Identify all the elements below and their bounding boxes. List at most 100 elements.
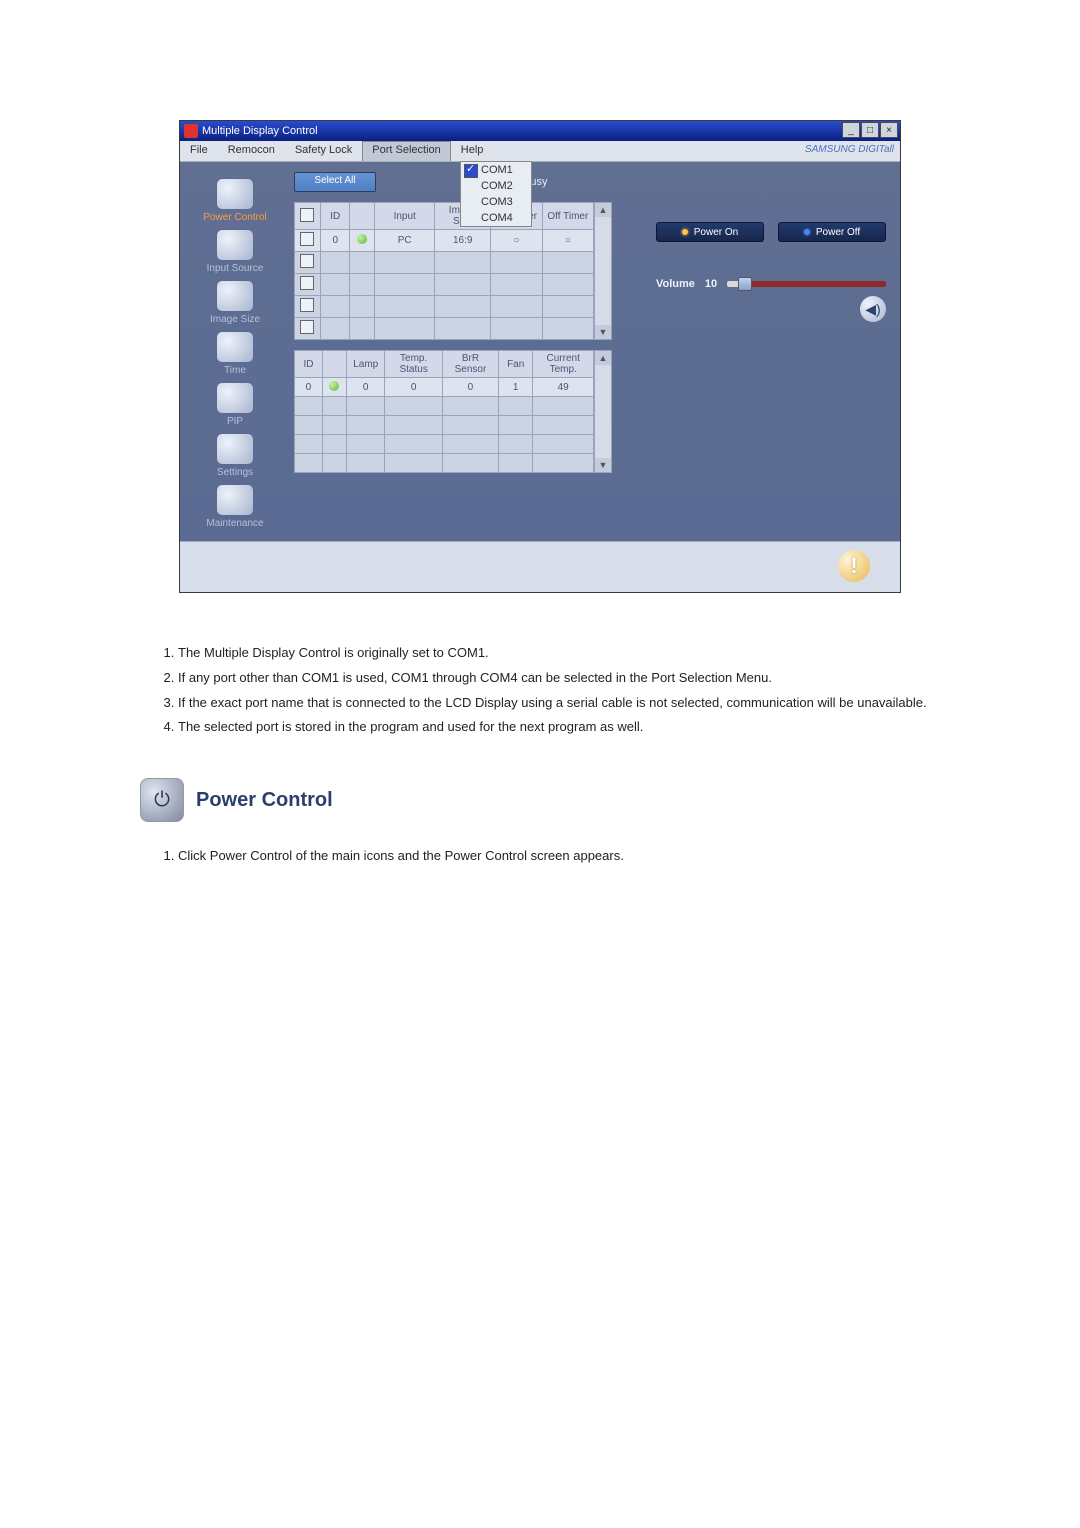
table-header-row: ID Input Image Size On Timer Off Timer	[295, 203, 594, 230]
sidebar-item-label: Image Size	[210, 314, 260, 325]
th-temp-status[interactable]: Temp. Status	[385, 351, 442, 378]
maximize-button[interactable]: □	[861, 122, 879, 138]
sidebar-item-image-size[interactable]: Image Size	[210, 280, 260, 325]
minimize-button[interactable]: _	[842, 122, 860, 138]
sidebar: Power Control Input Source Image Size Ti…	[180, 162, 290, 541]
header-checkbox[interactable]	[300, 208, 314, 222]
status-green-icon	[329, 381, 339, 391]
settings-icon	[216, 433, 254, 465]
scroll-down-icon[interactable]: ▼	[595, 325, 611, 339]
instruction-list-2: Click Power Control of the main icons an…	[160, 846, 940, 867]
table-row	[295, 397, 594, 416]
sidebar-item-settings[interactable]: Settings	[216, 433, 254, 478]
scroll-up-icon[interactable]: ▲	[595, 203, 611, 217]
table-row[interactable]: 0 0 0 0 1 49	[295, 378, 594, 397]
input-source-icon	[216, 229, 254, 261]
row-checkbox[interactable]	[300, 298, 314, 312]
th-status	[322, 351, 346, 378]
scroll-up-icon[interactable]: ▲	[595, 351, 611, 365]
list-item: The Multiple Display Control is original…	[178, 643, 940, 664]
list-item: The selected port is stored in the progr…	[178, 717, 940, 738]
port-option-com1[interactable]: COM1	[461, 162, 531, 178]
power-off-led-icon	[804, 229, 810, 235]
status-bar: !	[180, 541, 900, 592]
menubar: File Remocon Safety Lock Port Selection …	[180, 141, 900, 162]
menu-file[interactable]: File	[180, 141, 218, 161]
sidebar-item-label: Maintenance	[206, 518, 263, 529]
display-table: ID Input Image Size On Timer Off Timer 0…	[294, 202, 594, 340]
maintenance-icon	[216, 484, 254, 516]
volume-value: 10	[705, 278, 717, 290]
scroll-down-icon[interactable]: ▼	[595, 458, 611, 472]
cell-id: 0	[295, 378, 323, 397]
volume-thumb[interactable]	[738, 277, 752, 291]
time-icon	[216, 331, 254, 363]
sidebar-item-maintenance[interactable]: Maintenance	[206, 484, 263, 529]
speaker-icon[interactable]: ◀)	[860, 296, 886, 322]
main-area: Select All Busy ID Input Imag	[290, 162, 900, 541]
status-table-wrap: ID Lamp Temp. Status BrR Sensor Fan Curr…	[294, 350, 890, 473]
sidebar-item-label: Settings	[217, 467, 253, 478]
window-title: Multiple Display Control	[202, 125, 318, 137]
th-id[interactable]: ID	[295, 351, 323, 378]
power-buttons: Power On Power Off	[656, 222, 886, 242]
menu-safety-lock[interactable]: Safety Lock	[285, 141, 362, 161]
pip-icon	[216, 382, 254, 414]
power-off-button[interactable]: Power Off	[778, 222, 886, 242]
table-row	[295, 296, 594, 318]
sidebar-item-time[interactable]: Time	[216, 331, 254, 376]
th-off-timer[interactable]: Off Timer	[542, 203, 593, 230]
menu-port-selection[interactable]: Port Selection	[362, 141, 450, 161]
instruction-list: The Multiple Display Control is original…	[160, 643, 940, 738]
client-area: Power Control Input Source Image Size Ti…	[180, 162, 900, 541]
port-option-com4[interactable]: COM4	[461, 210, 531, 226]
sidebar-item-label: PIP	[227, 416, 243, 427]
table-row[interactable]: 0 PC 16:9 ○ ○	[295, 230, 594, 252]
power-on-button[interactable]: Power On	[656, 222, 764, 242]
sidebar-item-pip[interactable]: PIP	[216, 382, 254, 427]
top-row: Select All Busy	[294, 172, 890, 192]
table1-scrollbar[interactable]: ▲ ▼	[594, 202, 612, 340]
cell-off-timer: ○	[542, 230, 593, 252]
th-fan[interactable]: Fan	[499, 351, 533, 378]
sidebar-item-label: Power Control	[203, 212, 266, 223]
sidebar-item-label: Time	[224, 365, 246, 376]
power-on-led-icon	[682, 229, 688, 235]
cell-current-temp: 49	[533, 378, 594, 397]
volume-slider[interactable]	[727, 281, 886, 287]
row-checkbox[interactable]	[300, 254, 314, 268]
cell-image-size: 16:9	[434, 230, 490, 252]
table-row	[295, 435, 594, 454]
cell-lamp: 0	[346, 378, 384, 397]
volume-row: Volume 10	[656, 278, 886, 290]
cell-input: PC	[375, 230, 435, 252]
sidebar-item-power-control[interactable]: Power Control	[203, 178, 266, 223]
th-lamp[interactable]: Lamp	[346, 351, 384, 378]
table-row	[295, 274, 594, 296]
menu-remocon[interactable]: Remocon	[218, 141, 285, 161]
port-option-com3[interactable]: COM3	[461, 194, 531, 210]
th-id[interactable]: ID	[320, 203, 349, 230]
table2-scrollbar[interactable]: ▲ ▼	[594, 350, 612, 473]
power-control-section-icon: ⏻	[140, 778, 184, 822]
menu-help[interactable]: Help	[451, 141, 494, 161]
port-option-com2[interactable]: COM2	[461, 178, 531, 194]
power-on-label: Power On	[694, 227, 738, 238]
th-input[interactable]: Input	[375, 203, 435, 230]
row-checkbox[interactable]	[300, 232, 314, 246]
sidebar-item-input-source[interactable]: Input Source	[207, 229, 264, 274]
th-br-sensor[interactable]: BrR Sensor	[442, 351, 498, 378]
alert-icon: !	[838, 550, 870, 582]
row-checkbox[interactable]	[300, 276, 314, 290]
th-current-temp[interactable]: Current Temp.	[533, 351, 594, 378]
right-panel: Power On Power Off Volume 10	[656, 222, 886, 322]
mdc-window: Multiple Display Control _ □ × File Remo…	[179, 120, 901, 593]
titlebar[interactable]: Multiple Display Control _ □ ×	[180, 121, 900, 141]
select-all-button[interactable]: Select All	[294, 172, 376, 192]
close-button[interactable]: ×	[880, 122, 898, 138]
row-checkbox[interactable]	[300, 320, 314, 334]
list-item: If the exact port name that is connected…	[178, 693, 940, 714]
table-row	[295, 318, 594, 340]
brand-label: SAMSUNG DIGITall	[805, 144, 894, 155]
cell-temp-status: 0	[385, 378, 442, 397]
